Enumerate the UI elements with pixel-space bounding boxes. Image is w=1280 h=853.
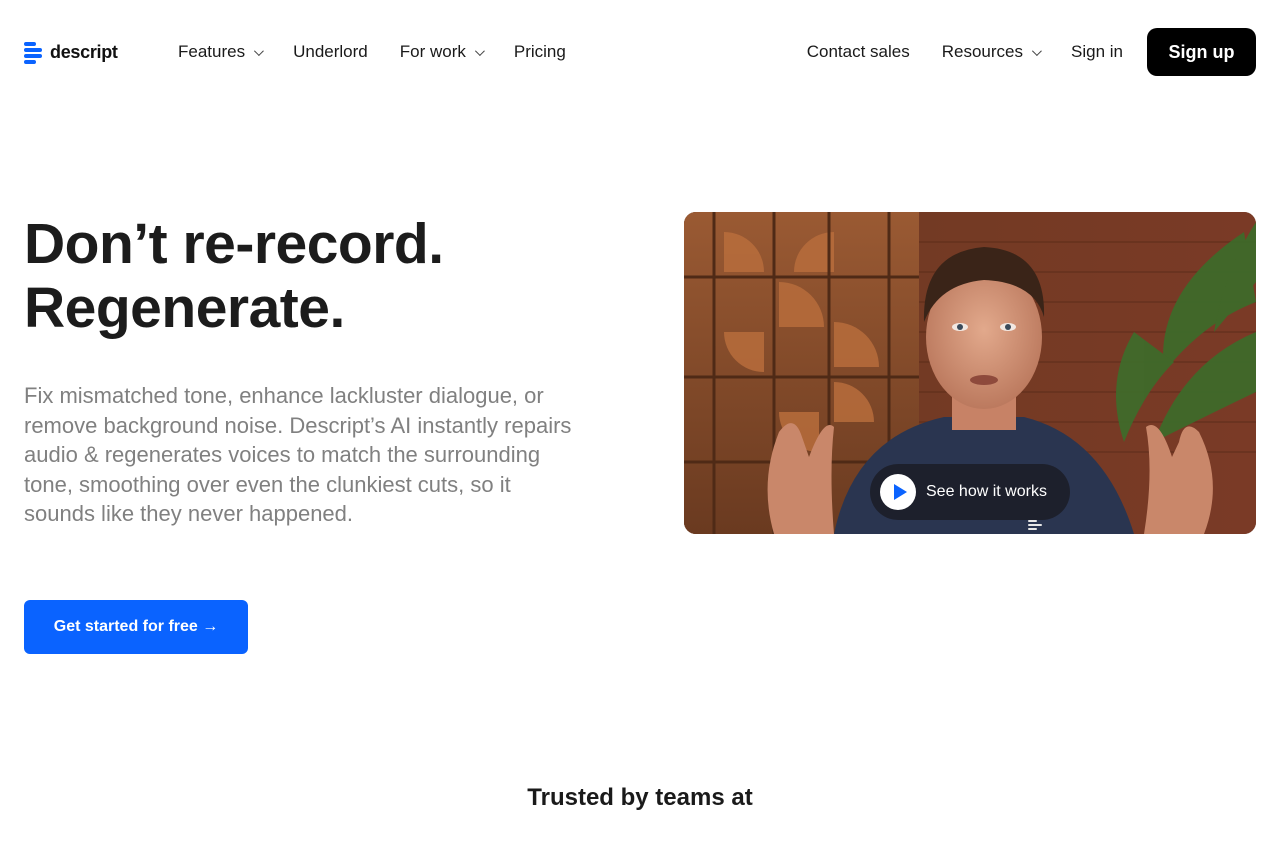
- nav-contact-sales[interactable]: Contact sales: [807, 40, 910, 64]
- nav-pricing[interactable]: Pricing: [514, 40, 566, 64]
- top-navigation: descript Features Underlord For work Pri…: [0, 0, 1280, 104]
- nav-underlord[interactable]: Underlord: [293, 40, 368, 64]
- chevron-down-icon: [254, 45, 264, 56]
- sign-up-button[interactable]: Sign up: [1147, 28, 1256, 76]
- nav-for-work-label: For work: [399, 42, 466, 61]
- contact-sales-label: Contact sales: [806, 42, 910, 61]
- descript-logo[interactable]: descript: [24, 41, 118, 64]
- play-icon: [880, 474, 916, 510]
- hero-title: Don’t re-record. Regenerate.: [24, 212, 444, 340]
- see-how-it-works-label: See how it works: [926, 483, 1047, 500]
- descript-logo-icon: [24, 41, 43, 64]
- hero-description: Fix mismatched tone, enhance lackluster …: [24, 383, 572, 527]
- get-started-button[interactable]: Get started for free →: [24, 600, 248, 654]
- nav-features-label: Features: [178, 42, 246, 61]
- logo-wordmark: descript: [50, 41, 118, 62]
- nav-pricing-label: Pricing: [513, 42, 566, 61]
- primary-nav: Features Underlord For work Pricing: [178, 40, 598, 64]
- trusted-by-heading: Trusted by teams at: [527, 784, 753, 811]
- hero-title-line-2: Regenerate.: [24, 276, 345, 340]
- hero-title-line-1: Don’t re-record.: [24, 212, 444, 276]
- resources-label: Resources: [941, 42, 1024, 61]
- chevron-down-icon: [474, 45, 485, 56]
- see-how-it-works-button[interactable]: See how it works: [870, 464, 1070, 520]
- nav-features[interactable]: Features: [178, 40, 264, 64]
- play-triangle: [893, 484, 907, 500]
- sign-in-label: Sign in: [1071, 42, 1123, 61]
- demo-video[interactable]: See how it works: [684, 212, 1256, 534]
- nav-resources[interactable]: Resources: [941, 40, 1042, 64]
- descript-watermark-icon: [1028, 520, 1042, 532]
- chevron-down-icon: [1031, 45, 1042, 56]
- nav-underlord-label: Underlord: [293, 42, 368, 61]
- secondary-nav: Contact sales Resources Sign in Sign up: [807, 28, 1256, 76]
- sign-in-link[interactable]: Sign in: [1071, 40, 1123, 64]
- nav-for-work[interactable]: For work: [399, 40, 485, 64]
